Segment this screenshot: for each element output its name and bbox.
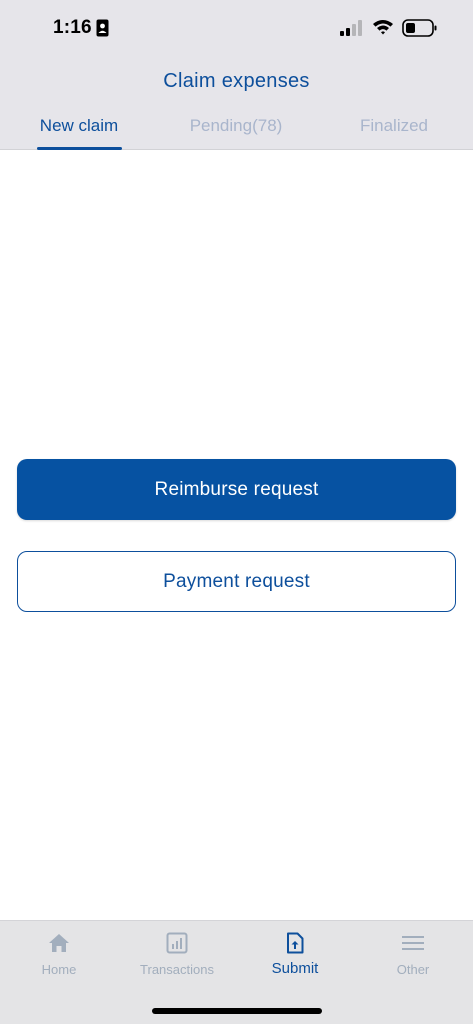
tabbar-item-submit[interactable]: Submit <box>236 921 354 991</box>
page-title: Claim expenses <box>163 70 310 92</box>
home-indicator <box>152 1008 322 1014</box>
tab-pending[interactable]: Pending(78) <box>172 116 300 136</box>
tabbar-item-home[interactable]: Home <box>0 921 118 991</box>
menu-icon <box>402 936 424 950</box>
tabbar-label-other: Other <box>396 962 430 977</box>
top-header: 1:16 Claim expenses New claim Pending(78… <box>0 0 473 150</box>
wifi-icon <box>373 20 393 35</box>
tab-new-claim[interactable]: New claim <box>20 116 138 136</box>
tabbar-label-transactions: Transactions <box>140 962 214 977</box>
tabbar-item-transactions[interactable]: Transactions <box>118 921 236 991</box>
battery-icon <box>402 19 437 37</box>
tabbar-label-home: Home <box>41 962 77 977</box>
claim-tabs: New claim Pending(78) Finalized <box>0 110 473 150</box>
cellular-signal-icon <box>340 20 362 36</box>
tabbar-label-submit: Submit <box>271 960 319 977</box>
tabbar-item-other[interactable]: Other <box>354 921 472 991</box>
payment-request-button[interactable]: Payment request <box>17 551 456 612</box>
upload-document-icon <box>287 932 304 954</box>
status-time: 1:16 <box>53 17 92 38</box>
chart-icon <box>166 932 188 954</box>
home-icon <box>49 934 69 952</box>
reimburse-request-button[interactable]: Reimburse request <box>17 459 456 520</box>
id-card-icon <box>96 19 109 37</box>
active-tab-indicator <box>37 147 122 150</box>
tab-finalized[interactable]: Finalized <box>335 116 453 136</box>
status-bar: 1:16 <box>0 0 473 58</box>
